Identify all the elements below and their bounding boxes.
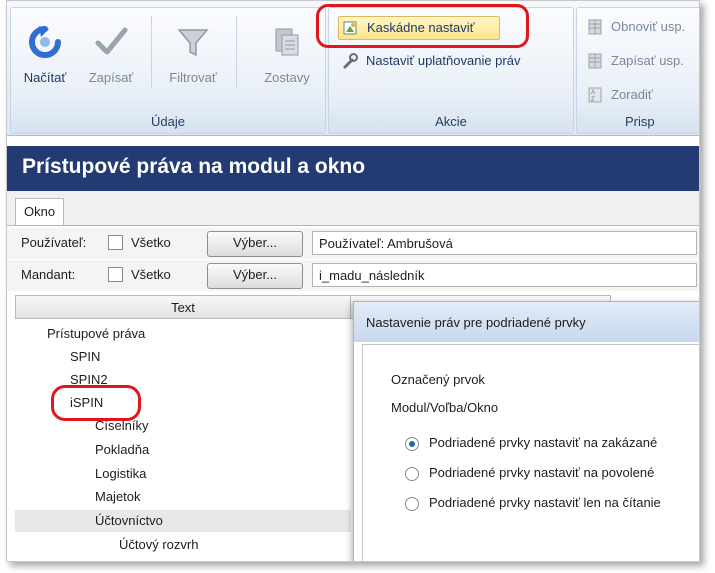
- load-label: Načítať: [23, 70, 67, 85]
- user-all-label: Všetko: [131, 235, 171, 250]
- marked-item-label: Označený prvok: [391, 372, 485, 387]
- grid-icon: [588, 19, 602, 35]
- group-separator: [151, 16, 152, 88]
- mandant-all-label: Všetko: [131, 267, 171, 282]
- tree-node: Účtovníctvo: [95, 513, 163, 528]
- checkmark-icon: [95, 27, 128, 55]
- dialog-title-bar: Nastavenie práv pre podriadené prvky: [354, 302, 699, 342]
- filter-button[interactable]: Filtrovať: [163, 16, 223, 96]
- user-filter-row: Používateľ: Všetko Výber... Používateľ: …: [7, 228, 699, 259]
- tree-node[interactable]: iSPIN: [70, 392, 103, 414]
- svg-text:Z: Z: [591, 97, 595, 103]
- load-button[interactable]: Načítať: [15, 16, 75, 96]
- wrench-icon: [343, 53, 358, 69]
- filter-label: Filtrovať: [169, 70, 217, 85]
- restore-usp-label: Obnoviť usp.: [611, 19, 686, 34]
- reports-button[interactable]: Zostavy: [251, 16, 323, 96]
- ribbon: Načítať Zapísať Filtrovať Zostavy Údaje …: [7, 1, 699, 136]
- ribbon-group-actions: Kaskádne nastaviť Nastaviť uplatňovanie …: [328, 7, 574, 134]
- ribbon-group-prisp: Obnoviť usp. Zapísať usp. A Z Zoradiť Pr…: [576, 7, 699, 134]
- tree-node[interactable]: Účtový rozvrh: [119, 534, 198, 556]
- user-all-checkbox[interactable]: [108, 235, 123, 250]
- dialog-title: Nastavenie práv pre podriadené prvky: [366, 315, 586, 330]
- option-readonly-label[interactable]: Podriadené prvky nastaviť len na čítanie: [429, 495, 661, 510]
- sort-label: Zoradiť: [611, 87, 653, 102]
- apply-rights-button[interactable]: Nastaviť uplatňovanie práv: [338, 50, 568, 72]
- save-button[interactable]: Zapísať: [81, 16, 141, 96]
- cascade-settings-dialog: Nastavenie práv pre podriadené prvky Ozn…: [353, 301, 699, 561]
- mandant-select-button[interactable]: Výber...: [207, 263, 303, 289]
- tree-column-header[interactable]: Text: [15, 295, 351, 319]
- option-readonly-radio[interactable]: [405, 497, 419, 511]
- mandant-all-checkbox[interactable]: [108, 267, 123, 282]
- tree-node[interactable]: Logistika: [95, 463, 146, 485]
- mandant-value-field[interactable]: i_madu_následník: [312, 263, 697, 287]
- user-filter-label: Používateľ:: [21, 235, 87, 250]
- user-value-field[interactable]: Používateľ: Ambrušová: [312, 231, 697, 255]
- cascade-label: Kaskádne nastaviť: [367, 20, 475, 35]
- app-window: Načítať Zapísať Filtrovať Zostavy Údaje …: [6, 0, 700, 562]
- reports-icon: [275, 28, 299, 56]
- tab-okno[interactable]: Okno: [15, 198, 65, 225]
- sort-az-icon: A Z: [588, 87, 602, 103]
- group-label-prisp: Prisp: [625, 114, 655, 129]
- tree-node[interactable]: Pokladňa: [95, 439, 149, 461]
- tab-strip: Okno: [7, 191, 699, 226]
- mandant-filter-label: Mandant:: [21, 267, 76, 282]
- save-label: Zapísať: [88, 70, 134, 85]
- tree-node[interactable]: Majetok: [95, 486, 141, 508]
- cascade-icon: [343, 21, 357, 35]
- funnel-icon: [177, 29, 209, 57]
- marked-item-value: Modul/Voľba/Okno: [391, 400, 499, 415]
- cascade-button[interactable]: Kaskádne nastaviť: [338, 16, 500, 40]
- mandant-filter-row: Mandant: Všetko Výber... i_madu_následní…: [7, 260, 699, 291]
- option-disabled-radio[interactable]: [405, 437, 419, 451]
- user-select-button[interactable]: Výber...: [207, 231, 303, 257]
- option-enabled-label[interactable]: Podriadené prvky nastaviť na povolené: [429, 465, 654, 480]
- tree-node[interactable]: Prístupové práva: [47, 323, 145, 345]
- apply-rights-label: Nastaviť uplatňovanie práv: [366, 53, 521, 68]
- dialog-body: Označený prvok Modul/Voľba/Okno Podriade…: [362, 344, 699, 561]
- page-title-bar: Prístupové práva na modul a okno: [7, 146, 699, 191]
- reports-label: Zostavy: [264, 70, 310, 85]
- tree-node[interactable]: SPIN: [70, 346, 100, 368]
- tree-node[interactable]: Číselníky: [95, 415, 148, 437]
- group-separator: [236, 16, 237, 88]
- svg-text:A: A: [591, 90, 595, 96]
- option-enabled-radio[interactable]: [405, 467, 419, 481]
- tree-node-selected-row[interactable]: Účtovníctvo: [15, 510, 351, 532]
- ribbon-group-data: Načítať Zapísať Filtrovať Zostavy Údaje: [10, 7, 326, 134]
- tree-node[interactable]: SPIN2: [70, 369, 108, 391]
- refresh-icon: [29, 26, 61, 58]
- write-usp-label: Zapísať usp.: [611, 53, 684, 68]
- page-title: Prístupové práva na modul a okno: [22, 155, 366, 178]
- group-label-data: Údaje: [151, 114, 185, 129]
- group-label-actions: Akcie: [435, 114, 467, 129]
- grid-icon: [588, 53, 602, 69]
- option-disabled-label[interactable]: Podriadené prvky nastaviť na zakázané: [429, 435, 657, 450]
